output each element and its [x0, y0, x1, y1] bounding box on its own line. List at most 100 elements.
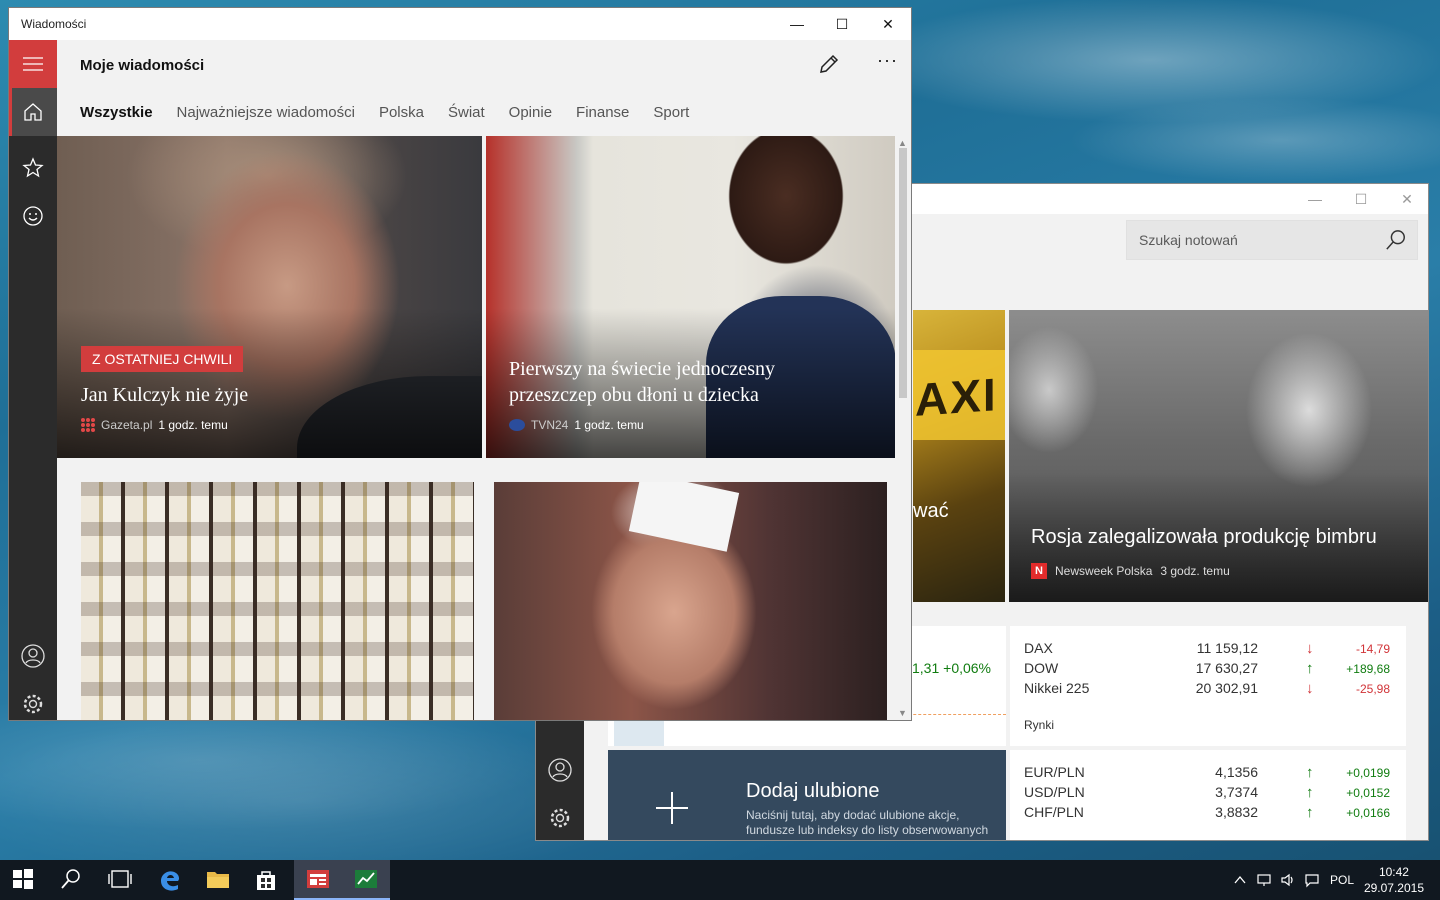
news-window[interactable]: Wiadomości — ☐ ✕ Moje wiadomości ··· Wsz… [8, 7, 912, 721]
more-options-button[interactable]: ··· [877, 50, 898, 71]
finance-close-button[interactable]: ✕ [1384, 184, 1428, 214]
file-explorer-button[interactable] [194, 860, 242, 900]
tvn24-logo-icon [509, 419, 525, 431]
market-row[interactable]: Nikkei 225 20 302,91 ↓ -25,98 [1024, 680, 1394, 700]
task-view-button[interactable] [96, 860, 144, 900]
store-icon [257, 871, 275, 890]
hero-article-1[interactable]: Z OSTATNIEJ CHWILI Jan Kulczyk nie żyje … [57, 136, 482, 458]
hero-time: 1 godz. temu [574, 418, 644, 432]
search-placeholder[interactable]: Szukaj notowań [1139, 232, 1238, 248]
currency-row[interactable]: USD/PLN 3,7374 ↑ +0,0152 [1024, 784, 1394, 804]
market-row[interactable]: DAX 11 159,12 ↓ -14,79 [1024, 640, 1394, 660]
tab-finanse[interactable]: Finanse [576, 104, 629, 121]
search-box[interactable]: Szukaj notowań [1126, 220, 1418, 260]
user-icon[interactable] [548, 758, 572, 782]
hero-title[interactable]: Rosja zalegalizowała produkcję bimbru [1031, 526, 1377, 549]
market-value: 17 630,27 [1195, 660, 1258, 676]
home-nav-button[interactable] [9, 88, 57, 136]
arrow-up-icon: ↑ [1306, 804, 1314, 821]
scrollbar-thumb[interactable] [899, 148, 907, 398]
search-button[interactable] [48, 860, 96, 900]
settings-icon[interactable] [548, 806, 572, 830]
currency-name: CHF/PLN [1024, 804, 1084, 820]
hero-source: TVN24 [531, 418, 569, 432]
edit-icon[interactable] [817, 52, 841, 76]
search-icon [61, 869, 80, 889]
search-icon[interactable] [1385, 229, 1407, 251]
markets-footer-link[interactable]: Rynki [1024, 718, 1054, 732]
currency-value: 4,1356 [1215, 764, 1258, 780]
currency-row[interactable]: CHF/PLN 3,8832 ↑ +0,0166 [1024, 804, 1394, 824]
news-titlebar[interactable]: Wiadomości — ☐ ✕ [9, 8, 911, 40]
finance-maximize-button[interactable]: ☐ [1338, 184, 1384, 214]
add-favorites-tile[interactable]: Dodaj ulubione Naciśnij tutaj, aby dodać… [608, 750, 1006, 840]
tab-swiat[interactable]: Świat [448, 104, 485, 121]
tab-opinie[interactable]: Opinie [509, 104, 552, 121]
news-sidebar [9, 40, 57, 720]
market-name: DOW [1024, 660, 1059, 676]
news-app-taskbar-button[interactable] [294, 860, 342, 900]
taskbar: POL 10:42 29.07.2015 [0, 860, 1440, 900]
hero-a-title-fragment[interactable]: wać [913, 500, 949, 523]
hero-article-2[interactable]: Pierwszy na świecie jednoczesny przeszcz… [486, 136, 898, 458]
clock[interactable]: 10:42 29.07.2015 [1364, 864, 1424, 896]
settings-icon[interactable] [21, 692, 45, 716]
taxi-sign-text: AXI [915, 368, 998, 426]
hero-title[interactable]: Pierwszy na świecie jednoczesny przeszcz… [509, 356, 829, 408]
emoji-icon[interactable] [21, 204, 45, 228]
edge-button[interactable] [146, 860, 194, 900]
hero-title[interactable]: Jan Kulczyk nie żyje [81, 382, 248, 408]
market-name: DAX [1024, 640, 1053, 656]
currency-change: +0,0152 [1346, 786, 1390, 800]
category-tabs: Wszystkie Najważniejsze wiadomości Polsk… [80, 104, 713, 121]
action-center-icon[interactable] [1304, 872, 1320, 888]
start-icon [13, 869, 33, 889]
home-icon [24, 103, 42, 121]
finance-hero-taxi[interactable]: AXI [913, 310, 1005, 602]
currency-name: USD/PLN [1024, 784, 1085, 800]
tab-wszystkie[interactable]: Wszystkie [80, 104, 153, 121]
article-card-portrait[interactable] [494, 482, 887, 720]
store-button[interactable] [242, 860, 290, 900]
clock-time: 10:42 [1378, 865, 1409, 879]
clock-date: 29.07.2015 [1363, 881, 1424, 895]
scroll-up-icon[interactable]: ▲ [898, 138, 907, 148]
market-name: Nikkei 225 [1024, 680, 1090, 696]
finance-minimize-button[interactable]: — [1292, 184, 1338, 214]
tab-polska[interactable]: Polska [379, 104, 424, 121]
minimize-button[interactable]: — [774, 8, 820, 40]
start-button[interactable] [0, 860, 48, 900]
network-icon[interactable] [1256, 872, 1272, 888]
add-favorites-title: Dodaj ulubione [746, 780, 880, 802]
article-card-clergy[interactable] [81, 482, 474, 720]
chevron-up-icon[interactable] [1232, 872, 1248, 888]
market-value: 11 159,12 [1196, 640, 1258, 656]
news-app-icon [307, 870, 329, 888]
tab-najwazniejsze[interactable]: Najważniejsze wiadomości [177, 104, 355, 121]
newsweek-logo-icon: N [1031, 563, 1047, 579]
hero-time: 3 godz. temu [1160, 564, 1230, 578]
article-photo [628, 482, 740, 552]
money-app-icon [355, 870, 377, 888]
scrollbar[interactable]: ▲ ▼ [895, 136, 911, 720]
currency-row[interactable]: EUR/PLN 4,1356 ↑ +0,0199 [1024, 764, 1394, 784]
finance-sidebar [536, 714, 584, 840]
market-row[interactable]: DOW 17 630,27 ↑ +189,68 [1024, 660, 1394, 680]
currency-card[interactable]: EUR/PLN 4,1356 ↑ +0,0199 USD/PLN 3,7374 … [1010, 750, 1406, 840]
volume-icon[interactable] [1280, 872, 1296, 888]
money-app-taskbar-button[interactable] [342, 860, 390, 900]
language-indicator[interactable]: POL [1330, 873, 1354, 887]
scroll-down-icon[interactable]: ▼ [898, 708, 907, 718]
breaking-news-badge: Z OSTATNIEJ CHWILI [81, 346, 244, 372]
close-button[interactable]: ✕ [865, 8, 911, 40]
tab-sport[interactable]: Sport [653, 104, 689, 121]
article-photo [81, 482, 474, 720]
market-change: -25,98 [1355, 682, 1390, 696]
maximize-button[interactable]: ☐ [819, 8, 865, 40]
interests-icon[interactable] [21, 156, 45, 180]
user-icon[interactable] [21, 644, 45, 668]
hero-meta: N Newsweek Polska 3 godz. temu [1031, 563, 1230, 579]
hamburger-menu-button[interactable] [9, 40, 57, 88]
finance-hero-article[interactable]: Rosja zalegalizowała produkcję bimbru N … [1009, 310, 1428, 602]
markets-card[interactable]: DAX 11 159,12 ↓ -14,79 DOW 17 630,27 ↑ +… [1010, 626, 1406, 746]
